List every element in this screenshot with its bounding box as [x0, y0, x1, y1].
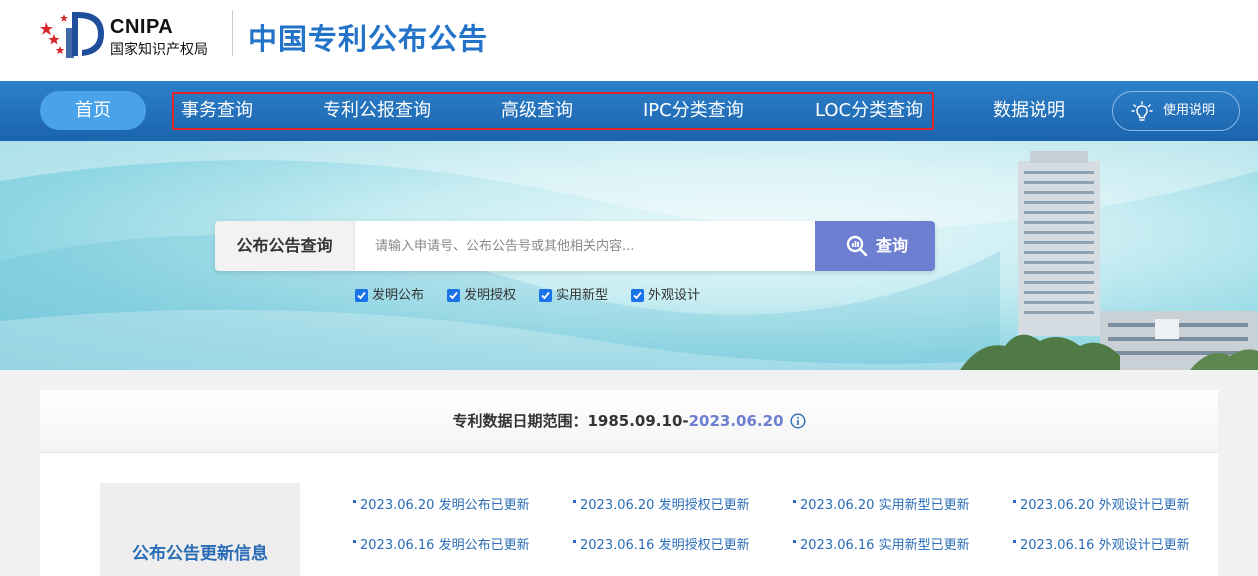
update-link[interactable]: 2023.06.16 发明授权已更新 — [573, 534, 750, 553]
search-icon — [846, 235, 868, 257]
content-panel: 专利数据日期范围：1985.09.10-2023.06.20 公布公告更新信息 … — [40, 390, 1218, 576]
lightbulb-icon — [1131, 101, 1153, 121]
filter-label: 发明公布 — [372, 288, 425, 303]
data-range-bar: 专利数据日期范围：1985.09.10-2023.06.20 — [40, 390, 1218, 453]
data-range-label: 专利数据日期范围： — [452, 412, 588, 430]
help-button[interactable]: 使用说明 — [1112, 91, 1240, 131]
update-link[interactable]: 2023.06.16 实用新型已更新 — [793, 534, 970, 553]
site-title: 中国专利公布公告 — [248, 22, 489, 56]
update-link[interactable]: 2023.06.20 实用新型已更新 — [793, 494, 970, 513]
search-input[interactable] — [355, 221, 815, 271]
checkbox-checked-icon[interactable] — [539, 289, 552, 302]
nav-item-advanced-query[interactable]: 高级查询 — [501, 91, 573, 130]
nav-item-gazette-query[interactable]: 专利公报查询 — [323, 91, 431, 130]
data-range-end: 2023.06.20 — [688, 412, 784, 430]
office-building-image — [960, 151, 1258, 370]
update-link[interactable]: 2023.06.20 外观设计已更新 — [1013, 494, 1190, 513]
header-divider — [232, 10, 233, 56]
nav-item-data-notes[interactable]: 数据说明 — [993, 91, 1065, 130]
nav-home[interactable]: 首页 — [40, 91, 146, 130]
search-type-label[interactable]: 公布公告查询 — [215, 221, 355, 271]
data-range-text: 专利数据日期范围：1985.09.10-2023.06.20 — [40, 390, 1218, 453]
filter-label: 发明授权 — [464, 288, 517, 303]
main-nav: 首页 事务查询 专利公报查询 高级查询 IPC分类查询 LOC分类查询 数据说明… — [0, 81, 1258, 141]
hero-banner: 公布公告查询 查询 发明公布 发明授权 实用新型 外 — [0, 141, 1258, 370]
nav-item-affairs-query[interactable]: 事务查询 — [181, 91, 253, 130]
update-link[interactable]: 2023.06.20 发明授权已更新 — [573, 494, 750, 513]
checkbox-checked-icon[interactable] — [355, 289, 368, 302]
update-link[interactable]: 2023.06.16 外观设计已更新 — [1013, 534, 1190, 553]
update-link[interactable]: 2023.06.16 发明公布已更新 — [353, 534, 530, 553]
update-info-box: 公布公告更新信息 — [100, 483, 300, 576]
update-link[interactable]: 2023.06.20 发明公布已更新 — [353, 494, 530, 513]
update-info-title: 公布公告更新信息 — [132, 544, 268, 564]
nav-item-loc-query[interactable]: LOC分类查询 — [815, 91, 923, 130]
checkbox-checked-icon[interactable] — [447, 289, 460, 302]
cnipa-logo[interactable]: CNIPA 国家知识产权局 — [40, 8, 230, 60]
logo-wordmark: CNIPA — [110, 16, 174, 38]
site-header: CNIPA 国家知识产权局 中国专利公布公告 — [0, 0, 1258, 81]
search-box: 公布公告查询 查询 — [215, 221, 935, 271]
nav-item-ipc-query[interactable]: IPC分类查询 — [643, 91, 744, 130]
checkbox-checked-icon[interactable] — [631, 289, 644, 302]
filter-label: 实用新型 — [556, 288, 609, 303]
filter-label: 外观设计 — [648, 288, 701, 303]
search-button-label: 查询 — [876, 236, 909, 255]
data-range-start: 1985.09.10- — [587, 412, 689, 430]
help-button-label: 使用说明 — [1163, 103, 1216, 118]
search-button[interactable]: 查询 — [815, 221, 935, 271]
info-icon[interactable] — [790, 413, 806, 429]
cnipa-emblem-icon — [40, 12, 104, 58]
logo-subtitle: 国家知识产权局 — [110, 42, 208, 58]
